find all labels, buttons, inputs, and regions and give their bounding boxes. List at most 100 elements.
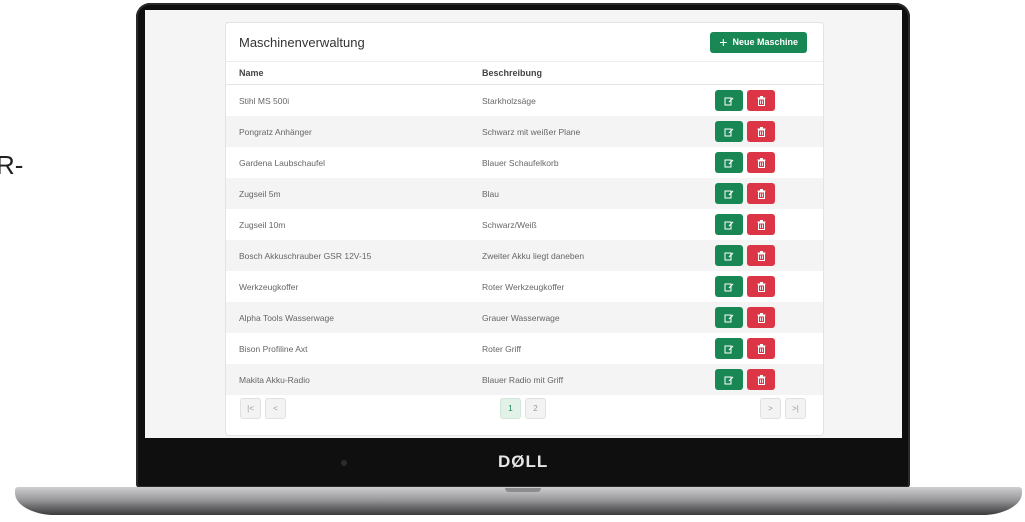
table-row: Stihl MS 500i Starkholzsäge	[226, 85, 823, 117]
table-row: Bosch Akkuschrauber GSR 12V-15 Zweiter Ak…	[226, 240, 823, 271]
row-actions	[709, 333, 823, 364]
table-row: Zugseil 10m Schwarz/Weiß	[226, 209, 823, 240]
row-actions	[709, 302, 823, 333]
edit-icon	[724, 345, 734, 353]
machine-name: Werkzeugkoffer	[239, 281, 299, 292]
trash-icon	[757, 312, 765, 323]
edit-button[interactable]	[715, 338, 743, 359]
machine-name: Bosch Akkuschrauber GSR 12V-15	[226, 240, 469, 271]
table-row: Zugseil 5m Blau	[226, 178, 823, 209]
brand-logo: DØLL	[498, 452, 549, 471]
webcam	[341, 460, 347, 466]
page-button-1[interactable]: 1	[500, 398, 521, 419]
trash-icon	[757, 219, 765, 230]
delete-button[interactable]	[747, 245, 775, 266]
new-machine-label: Neue Maschine	[732, 37, 798, 47]
laptop-notch	[505, 488, 541, 492]
table-row: Makita Akku-Radio Blauer Radio mit Griff	[226, 364, 823, 395]
column-header-description[interactable]: Beschreibung	[469, 62, 709, 85]
edit-button[interactable]	[715, 369, 743, 390]
edit-icon	[724, 314, 734, 322]
edit-button[interactable]	[715, 90, 743, 111]
trash-icon	[757, 157, 765, 168]
edit-button[interactable]	[715, 245, 743, 266]
row-actions	[709, 116, 823, 147]
side-text: R-	[0, 150, 24, 180]
machine-description: Roter Werkzeugkoffer	[482, 281, 565, 292]
table-row: Bison Profiline Axt Roter Griff	[226, 333, 823, 364]
machine-card: Maschinenverwaltung + Neue Maschine Name…	[225, 22, 824, 436]
trash-icon	[757, 374, 765, 385]
machine-description: Blauer Schaufelkorb	[482, 157, 559, 168]
edit-icon	[724, 190, 734, 198]
machine-description: Zweiter Akku liegt daneben	[469, 240, 709, 271]
edit-button[interactable]	[715, 214, 743, 235]
edit-button[interactable]	[715, 183, 743, 204]
machine-name: Makita Akku-Radio	[226, 364, 469, 395]
pagination: |< < 1 2 > >|	[226, 398, 823, 420]
trash-icon	[757, 126, 765, 137]
row-actions	[709, 209, 823, 240]
delete-button[interactable]	[747, 214, 775, 235]
edit-icon	[724, 159, 734, 167]
row-actions	[709, 364, 823, 395]
table-row: Werkzeugkoffer Roter Werkzeugkoffer	[226, 271, 823, 302]
prev-page-button[interactable]: <	[265, 398, 286, 419]
delete-button[interactable]	[747, 369, 775, 390]
trash-icon	[757, 343, 765, 354]
edit-button[interactable]	[715, 276, 743, 297]
first-page-button[interactable]: |<	[240, 398, 261, 419]
column-header-name[interactable]: Name	[226, 62, 469, 85]
edit-icon	[724, 252, 734, 260]
machine-name: Pongratz Anhänger	[226, 116, 469, 147]
delete-button[interactable]	[747, 183, 775, 204]
column-header-actions	[709, 62, 823, 85]
delete-button[interactable]	[747, 276, 775, 297]
edit-button[interactable]	[715, 307, 743, 328]
table-row: Alpha Tools Wasserwage Grauer Wasserwage	[226, 302, 823, 333]
edit-icon	[724, 376, 734, 384]
delete-button[interactable]	[747, 121, 775, 142]
machine-name: Alpha Tools Wasserwage	[226, 302, 469, 333]
edit-button[interactable]	[715, 152, 743, 173]
last-page-button[interactable]: >|	[785, 398, 806, 419]
machine-name: Zugseil 10m	[239, 219, 286, 230]
trash-icon	[757, 188, 765, 199]
trash-icon	[757, 95, 765, 106]
table-row: Gardena Laubschaufel Blauer Schaufelkorb	[226, 147, 823, 178]
edit-icon	[724, 283, 734, 291]
machine-name: Gardena Laubschaufel	[239, 157, 326, 168]
delete-button[interactable]	[747, 338, 775, 359]
edit-icon	[724, 128, 734, 136]
machine-name: Bison Profiline Axt	[239, 343, 308, 354]
machine-description: Schwarz mit weißer Plane	[469, 116, 709, 147]
row-actions	[709, 178, 823, 209]
edit-icon	[724, 221, 734, 229]
edit-button[interactable]	[715, 121, 743, 142]
laptop-screen: Maschinenverwaltung + Neue Maschine Name…	[145, 10, 902, 438]
card-header: Maschinenverwaltung + Neue Maschine	[226, 23, 823, 62]
plus-icon: +	[719, 34, 728, 50]
machine-description: Grauer Wasserwage	[469, 302, 709, 333]
delete-button[interactable]	[747, 90, 775, 111]
new-machine-button[interactable]: + Neue Maschine	[710, 31, 807, 53]
row-actions	[709, 271, 823, 302]
trash-icon	[757, 281, 765, 292]
trash-icon	[757, 250, 765, 261]
machine-description: Blauer Radio mit Griff	[469, 364, 709, 395]
machine-description: Blau	[469, 178, 709, 209]
machine-description: Roter Griff	[482, 343, 522, 354]
edit-icon	[724, 97, 734, 105]
row-actions	[709, 240, 823, 271]
delete-button[interactable]	[747, 152, 775, 173]
machine-table: Name Beschreibung Stihl MS 500i Starkholz…	[226, 62, 823, 395]
machine-name: Zugseil 5m	[226, 178, 469, 209]
delete-button[interactable]	[747, 307, 775, 328]
page-button-2[interactable]: 2	[525, 398, 546, 419]
machine-description: Starkholzsäge	[482, 95, 536, 106]
machine-name: Stihl MS 500i	[239, 95, 290, 106]
next-page-button[interactable]: >	[760, 398, 781, 419]
table-row: Pongratz Anhänger Schwarz mit weißer Plan…	[226, 116, 823, 147]
row-actions	[709, 147, 823, 178]
machine-description: Schwarz/Weiß	[482, 219, 537, 230]
